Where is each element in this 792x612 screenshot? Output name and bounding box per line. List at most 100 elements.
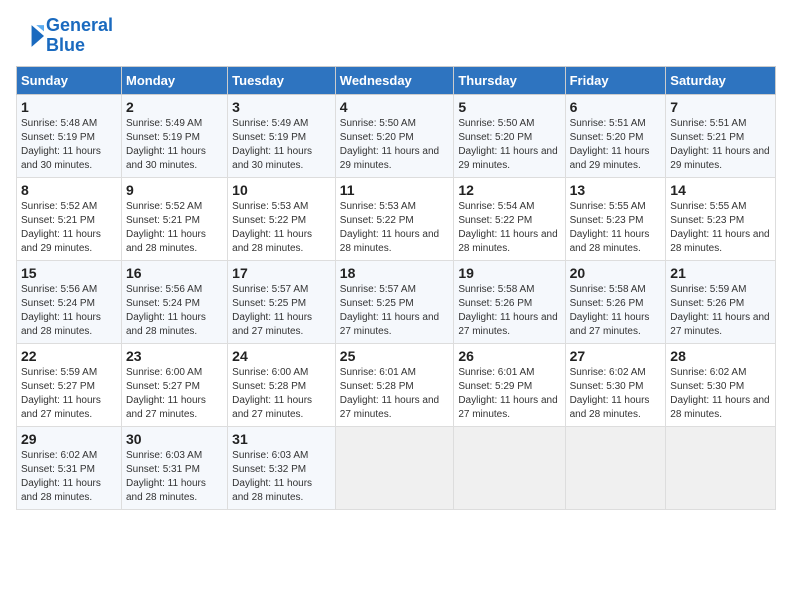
- calendar-header-row: SundayMondayTuesdayWednesdayThursdayFrid…: [17, 66, 776, 94]
- calendar-cell: 31 Sunrise: 6:03 AMSunset: 5:32 PMDayligh…: [228, 426, 336, 509]
- day-number: 5: [458, 99, 560, 115]
- calendar-cell: 30 Sunrise: 6:03 AMSunset: 5:31 PMDayligh…: [122, 426, 228, 509]
- calendar-week-row: 8 Sunrise: 5:52 AMSunset: 5:21 PMDaylight…: [17, 177, 776, 260]
- day-info: Sunrise: 5:56 AMSunset: 5:24 PMDaylight:…: [126, 283, 223, 339]
- header-monday: Monday: [122, 66, 228, 94]
- calendar-cell: 2 Sunrise: 5:49 AMSunset: 5:19 PMDaylight…: [122, 94, 228, 177]
- day-number: 6: [570, 99, 662, 115]
- header-thursday: Thursday: [454, 66, 565, 94]
- day-info: Sunrise: 5:53 AMSunset: 5:22 PMDaylight:…: [232, 200, 331, 256]
- day-info: Sunrise: 5:50 AMSunset: 5:20 PMDaylight:…: [458, 117, 560, 173]
- day-number: 28: [670, 348, 771, 364]
- day-info: Sunrise: 5:48 AMSunset: 5:19 PMDaylight:…: [21, 117, 117, 173]
- calendar-week-row: 29Sunrise: 6:02 AMSunset: 5:31 PMDayligh…: [17, 426, 776, 509]
- day-number: 31: [232, 431, 331, 447]
- calendar-cell: [454, 426, 565, 509]
- calendar-cell: 26Sunrise: 6:01 AMSunset: 5:29 PMDayligh…: [454, 343, 565, 426]
- day-info: Sunrise: 5:57 AMSunset: 5:25 PMDaylight:…: [232, 283, 331, 339]
- calendar-cell: 18Sunrise: 5:57 AMSunset: 5:25 PMDayligh…: [335, 260, 454, 343]
- day-info: Sunrise: 6:01 AMSunset: 5:29 PMDaylight:…: [458, 366, 560, 422]
- calendar-cell: [565, 426, 666, 509]
- calendar-week-row: 22 Sunrise: 5:59 AMSunset: 5:27 PMDayligh…: [17, 343, 776, 426]
- day-number: 18: [340, 265, 450, 281]
- calendar-cell: 10 Sunrise: 5:53 AMSunset: 5:22 PMDayligh…: [228, 177, 336, 260]
- day-number: 25: [340, 348, 450, 364]
- day-number: 27: [570, 348, 662, 364]
- day-info: Sunrise: 5:58 AMSunset: 5:26 PMDaylight:…: [570, 283, 662, 339]
- day-number: 8: [21, 182, 117, 198]
- calendar-cell: 8 Sunrise: 5:52 AMSunset: 5:21 PMDaylight…: [17, 177, 122, 260]
- day-number: 20: [570, 265, 662, 281]
- calendar-cell: [335, 426, 454, 509]
- calendar-cell: 27 Sunrise: 6:02 AMSunset: 5:30 PMDayligh…: [565, 343, 666, 426]
- day-info: Sunrise: 6:02 AMSunset: 5:30 PMDaylight:…: [570, 366, 662, 422]
- day-info: Sunrise: 6:00 AMSunset: 5:27 PMDaylight:…: [126, 366, 223, 422]
- calendar-table: SundayMondayTuesdayWednesdayThursdayFrid…: [16, 66, 776, 510]
- calendar-cell: 14 Sunrise: 5:55 AMSunset: 5:23 PMDayligh…: [666, 177, 776, 260]
- calendar-cell: 20 Sunrise: 5:58 AMSunset: 5:26 PMDayligh…: [565, 260, 666, 343]
- header-friday: Friday: [565, 66, 666, 94]
- header-saturday: Saturday: [666, 66, 776, 94]
- day-info: Sunrise: 5:59 AMSunset: 5:27 PMDaylight:…: [21, 366, 117, 422]
- header-tuesday: Tuesday: [228, 66, 336, 94]
- day-number: 16: [126, 265, 223, 281]
- day-info: Sunrise: 5:52 AMSunset: 5:21 PMDaylight:…: [126, 200, 223, 256]
- calendar-cell: 6 Sunrise: 5:51 AMSunset: 5:20 PMDaylight…: [565, 94, 666, 177]
- day-info: Sunrise: 6:03 AMSunset: 5:31 PMDaylight:…: [126, 449, 223, 505]
- calendar-cell: 5 Sunrise: 5:50 AMSunset: 5:20 PMDaylight…: [454, 94, 565, 177]
- day-info: Sunrise: 5:49 AMSunset: 5:19 PMDaylight:…: [232, 117, 331, 173]
- day-number: 9: [126, 182, 223, 198]
- day-info: Sunrise: 5:59 AMSunset: 5:26 PMDaylight:…: [670, 283, 771, 339]
- calendar-cell: 9 Sunrise: 5:52 AMSunset: 5:21 PMDaylight…: [122, 177, 228, 260]
- day-number: 29: [21, 431, 117, 447]
- calendar-cell: 25 Sunrise: 6:01 AMSunset: 5:28 PMDayligh…: [335, 343, 454, 426]
- calendar-cell: 1 Sunrise: 5:48 AMSunset: 5:19 PMDaylight…: [17, 94, 122, 177]
- day-number: 22: [21, 348, 117, 364]
- header-wednesday: Wednesday: [335, 66, 454, 94]
- calendar-cell: 21 Sunrise: 5:59 AMSunset: 5:26 PMDayligh…: [666, 260, 776, 343]
- day-info: Sunrise: 5:52 AMSunset: 5:21 PMDaylight:…: [21, 200, 117, 256]
- day-info: Sunrise: 6:01 AMSunset: 5:28 PMDaylight:…: [340, 366, 450, 422]
- day-number: 15: [21, 265, 117, 281]
- calendar-cell: 19Sunrise: 5:58 AMSunset: 5:26 PMDayligh…: [454, 260, 565, 343]
- calendar-week-row: 15 Sunrise: 5:56 AMSunset: 5:24 PMDayligh…: [17, 260, 776, 343]
- day-info: Sunrise: 5:50 AMSunset: 5:20 PMDaylight:…: [340, 117, 450, 173]
- calendar-cell: 13Sunrise: 5:55 AMSunset: 5:23 PMDayligh…: [565, 177, 666, 260]
- calendar-cell: 22 Sunrise: 5:59 AMSunset: 5:27 PMDayligh…: [17, 343, 122, 426]
- day-number: 21: [670, 265, 771, 281]
- day-number: 24: [232, 348, 331, 364]
- logo-icon: [16, 22, 44, 50]
- day-number: 4: [340, 99, 450, 115]
- day-info: Sunrise: 6:03 AMSunset: 5:32 PMDaylight:…: [232, 449, 331, 505]
- day-info: Sunrise: 5:54 AMSunset: 5:22 PMDaylight:…: [458, 200, 560, 256]
- day-info: Sunrise: 5:53 AMSunset: 5:22 PMDaylight:…: [340, 200, 450, 256]
- calendar-cell: 7 Sunrise: 5:51 AMSunset: 5:21 PMDaylight…: [666, 94, 776, 177]
- calendar-cell: [666, 426, 776, 509]
- day-info: Sunrise: 5:56 AMSunset: 5:24 PMDaylight:…: [21, 283, 117, 339]
- day-number: 1: [21, 99, 117, 115]
- day-number: 17: [232, 265, 331, 281]
- calendar-cell: 28Sunrise: 6:02 AMSunset: 5:30 PMDayligh…: [666, 343, 776, 426]
- calendar-cell: 17 Sunrise: 5:57 AMSunset: 5:25 PMDayligh…: [228, 260, 336, 343]
- day-number: 30: [126, 431, 223, 447]
- logo-text: General Blue: [46, 16, 113, 56]
- calendar-cell: 23Sunrise: 6:00 AMSunset: 5:27 PMDayligh…: [122, 343, 228, 426]
- calendar-cell: 12Sunrise: 5:54 AMSunset: 5:22 PMDayligh…: [454, 177, 565, 260]
- calendar-cell: 3 Sunrise: 5:49 AMSunset: 5:19 PMDaylight…: [228, 94, 336, 177]
- day-info: Sunrise: 5:58 AMSunset: 5:26 PMDaylight:…: [458, 283, 560, 339]
- day-info: Sunrise: 5:51 AMSunset: 5:20 PMDaylight:…: [570, 117, 662, 173]
- calendar-cell: 24Sunrise: 6:00 AMSunset: 5:28 PMDayligh…: [228, 343, 336, 426]
- day-info: Sunrise: 5:55 AMSunset: 5:23 PMDaylight:…: [670, 200, 771, 256]
- calendar-cell: 29Sunrise: 6:02 AMSunset: 5:31 PMDayligh…: [17, 426, 122, 509]
- day-number: 2: [126, 99, 223, 115]
- calendar-cell: 4 Sunrise: 5:50 AMSunset: 5:20 PMDaylight…: [335, 94, 454, 177]
- day-number: 7: [670, 99, 771, 115]
- day-info: Sunrise: 5:55 AMSunset: 5:23 PMDaylight:…: [570, 200, 662, 256]
- day-number: 11: [340, 182, 450, 198]
- day-number: 14: [670, 182, 771, 198]
- day-info: Sunrise: 5:51 AMSunset: 5:21 PMDaylight:…: [670, 117, 771, 173]
- day-number: 3: [232, 99, 331, 115]
- day-info: Sunrise: 5:49 AMSunset: 5:19 PMDaylight:…: [126, 117, 223, 173]
- calendar-cell: 11 Sunrise: 5:53 AMSunset: 5:22 PMDayligh…: [335, 177, 454, 260]
- day-number: 10: [232, 182, 331, 198]
